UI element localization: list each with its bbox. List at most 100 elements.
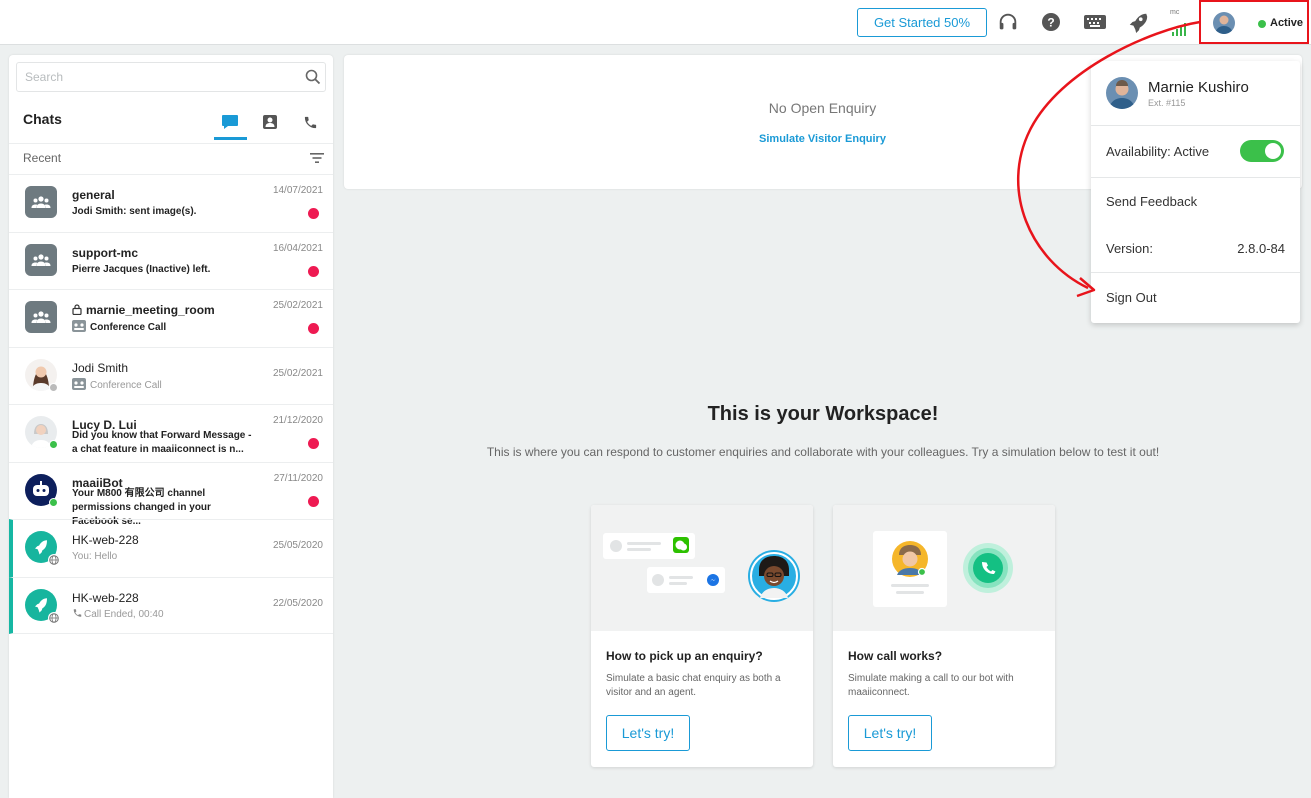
tab-chats[interactable] bbox=[215, 107, 245, 137]
chat-date: 25/05/2020 bbox=[272, 540, 323, 551]
list-item[interactable]: marnie_meeting_room Conference Call 25/0… bbox=[9, 289, 333, 347]
presence-dot-icon bbox=[49, 440, 58, 449]
unread-badge bbox=[308, 265, 319, 277]
list-item[interactable]: HK-web-228 You: Hello 25/05/2020 bbox=[9, 519, 333, 577]
chat-name: support-mc bbox=[72, 245, 138, 260]
connection-signal: mc bbox=[1166, 9, 1194, 36]
workspace-title: This is your Workspace! bbox=[707, 403, 939, 425]
availability-toggle[interactable] bbox=[1240, 140, 1284, 162]
presence-dot-icon bbox=[49, 382, 58, 392]
recent-label: Recent bbox=[23, 151, 62, 165]
chat-name: general bbox=[72, 188, 115, 202]
chat-name-wrap: marnie_meeting_room bbox=[72, 303, 215, 317]
status-label: Active bbox=[1270, 17, 1304, 29]
chat-preview: You: Hello bbox=[72, 551, 118, 562]
user-extension: Ext. #115 bbox=[1148, 98, 1186, 108]
enquiry-simulation-card: How to pick up an enquiry? Simulate a ba… bbox=[591, 505, 813, 767]
avatar bbox=[1213, 12, 1235, 34]
globe-icon bbox=[48, 554, 60, 566]
presence-dot-icon bbox=[49, 497, 58, 507]
call-illustration bbox=[833, 505, 1055, 631]
chat-name: HK-web-228 bbox=[72, 590, 139, 605]
version-value: 2.8.0-84 bbox=[1237, 241, 1285, 256]
chat-date: 16/04/2021 bbox=[272, 242, 323, 254]
chat-bubble-icon bbox=[222, 115, 238, 129]
unread-badge bbox=[308, 323, 319, 334]
chat-preview-wrap: Call Ended, 00:40 bbox=[72, 608, 252, 622]
availability-label: Availability: Active bbox=[1106, 144, 1210, 159]
version-label: Version: bbox=[1106, 241, 1153, 256]
toggle-knob bbox=[1265, 143, 1281, 159]
chats-title: Chats bbox=[23, 111, 62, 127]
chat-name: HK-web-228 bbox=[72, 533, 139, 547]
send-feedback-item[interactable]: Send Feedback bbox=[1106, 194, 1197, 209]
conference-call-icon bbox=[72, 377, 86, 390]
chat-preview: Did you know that Forward Message - a ch… bbox=[72, 430, 252, 455]
chat-date: 22/05/2020 bbox=[272, 597, 323, 609]
user-status-menu[interactable]: Active bbox=[1199, 0, 1309, 44]
chat-date: 21/12/2020 bbox=[272, 415, 323, 426]
sign-out-item[interactable]: Sign Out bbox=[1106, 290, 1157, 305]
card-title: How call works? bbox=[848, 649, 943, 663]
phone-icon bbox=[304, 116, 316, 128]
keyboard-icon[interactable] bbox=[1083, 10, 1107, 34]
search-icon[interactable] bbox=[305, 69, 321, 90]
try-enquiry-button[interactable]: Let's try! bbox=[606, 715, 690, 751]
chat-preview: Jodi Smith: sent image(s). bbox=[72, 206, 197, 217]
chat-preview-wrap: Conference Call bbox=[72, 377, 252, 393]
list-item[interactable]: Lucy D. Lui Did you know that Forward Me… bbox=[9, 404, 333, 462]
user-dropdown-menu: Marnie Kushiro Ext. #115 Availability: A… bbox=[1091, 61, 1300, 323]
tab-contacts[interactable] bbox=[255, 107, 285, 137]
call-ended-icon bbox=[73, 608, 82, 617]
recent-header: Recent bbox=[9, 143, 333, 174]
chat-date: 25/02/2021 bbox=[272, 367, 323, 379]
list-item[interactable]: HK-web-228 Call Ended, 00:40 22/05/2020 bbox=[9, 576, 333, 634]
unread-badge bbox=[308, 495, 319, 507]
active-tab-indicator bbox=[214, 137, 247, 140]
group-avatar-icon bbox=[25, 186, 57, 218]
list-item[interactable]: maaiiBot Your M800 有限公司 channel permissi… bbox=[9, 461, 333, 527]
chat-date: 25/02/2021 bbox=[272, 300, 323, 311]
help-icon[interactable]: ? bbox=[1039, 10, 1063, 34]
globe-icon bbox=[48, 611, 60, 624]
get-started-button[interactable]: Get Started 50% bbox=[857, 8, 987, 37]
card-title: How to pick up an enquiry? bbox=[606, 649, 763, 663]
top-bar: Get Started 50% ? mc Active bbox=[0, 0, 1311, 45]
card-description: Simulate making a call to our bot with m… bbox=[848, 673, 1014, 698]
chat-name: Jodi Smith bbox=[72, 360, 129, 375]
chat-enquiry-illustration bbox=[591, 505, 813, 631]
group-avatar-icon bbox=[25, 243, 57, 276]
chat-preview-wrap: Conference Call bbox=[72, 320, 252, 335]
tab-calls[interactable] bbox=[295, 107, 325, 137]
avatar bbox=[1106, 77, 1138, 109]
chat-list: general Jodi Smith: sent image(s). 14/07… bbox=[9, 174, 333, 634]
unread-badge bbox=[308, 438, 319, 449]
chat-date: 14/07/2021 bbox=[272, 185, 323, 196]
conference-call-icon bbox=[72, 320, 86, 332]
chat-name: marnie_meeting_room bbox=[86, 303, 215, 317]
search-box bbox=[16, 62, 326, 92]
contacts-icon bbox=[263, 115, 277, 129]
chat-preview: Conference Call bbox=[90, 322, 167, 333]
filter-icon[interactable] bbox=[310, 151, 324, 169]
unread-badge bbox=[308, 208, 319, 219]
group-avatar-icon bbox=[25, 301, 57, 333]
workspace-subtitle: This is where you can respond to custome… bbox=[486, 445, 1160, 459]
list-item[interactable]: general Jodi Smith: sent image(s). 14/07… bbox=[9, 174, 333, 232]
user-name: Marnie Kushiro bbox=[1148, 79, 1249, 96]
divider bbox=[1091, 125, 1300, 126]
divider bbox=[1091, 272, 1300, 273]
active-status-dot-icon bbox=[1258, 20, 1266, 28]
call-simulation-card: How call works? Simulate making a call t… bbox=[833, 505, 1055, 767]
headset-icon[interactable] bbox=[996, 10, 1020, 34]
chat-date: 27/11/2020 bbox=[273, 472, 323, 484]
signal-label: mc bbox=[1170, 9, 1180, 16]
list-item[interactable]: Jodi Smith Conference Call 25/02/2021 bbox=[9, 346, 333, 405]
rocket-icon[interactable] bbox=[1126, 10, 1150, 34]
search-input[interactable] bbox=[17, 63, 297, 91]
try-call-button[interactable]: Let's try! bbox=[848, 715, 932, 751]
chat-sidebar: Chats Recent general Jodi Smith: sent im… bbox=[9, 55, 333, 798]
list-item[interactable]: support-mc Pierre Jacques (Inactive) lef… bbox=[9, 231, 333, 290]
divider bbox=[1091, 177, 1300, 178]
chat-preview: Pierre Jacques (Inactive) left. bbox=[72, 263, 211, 275]
